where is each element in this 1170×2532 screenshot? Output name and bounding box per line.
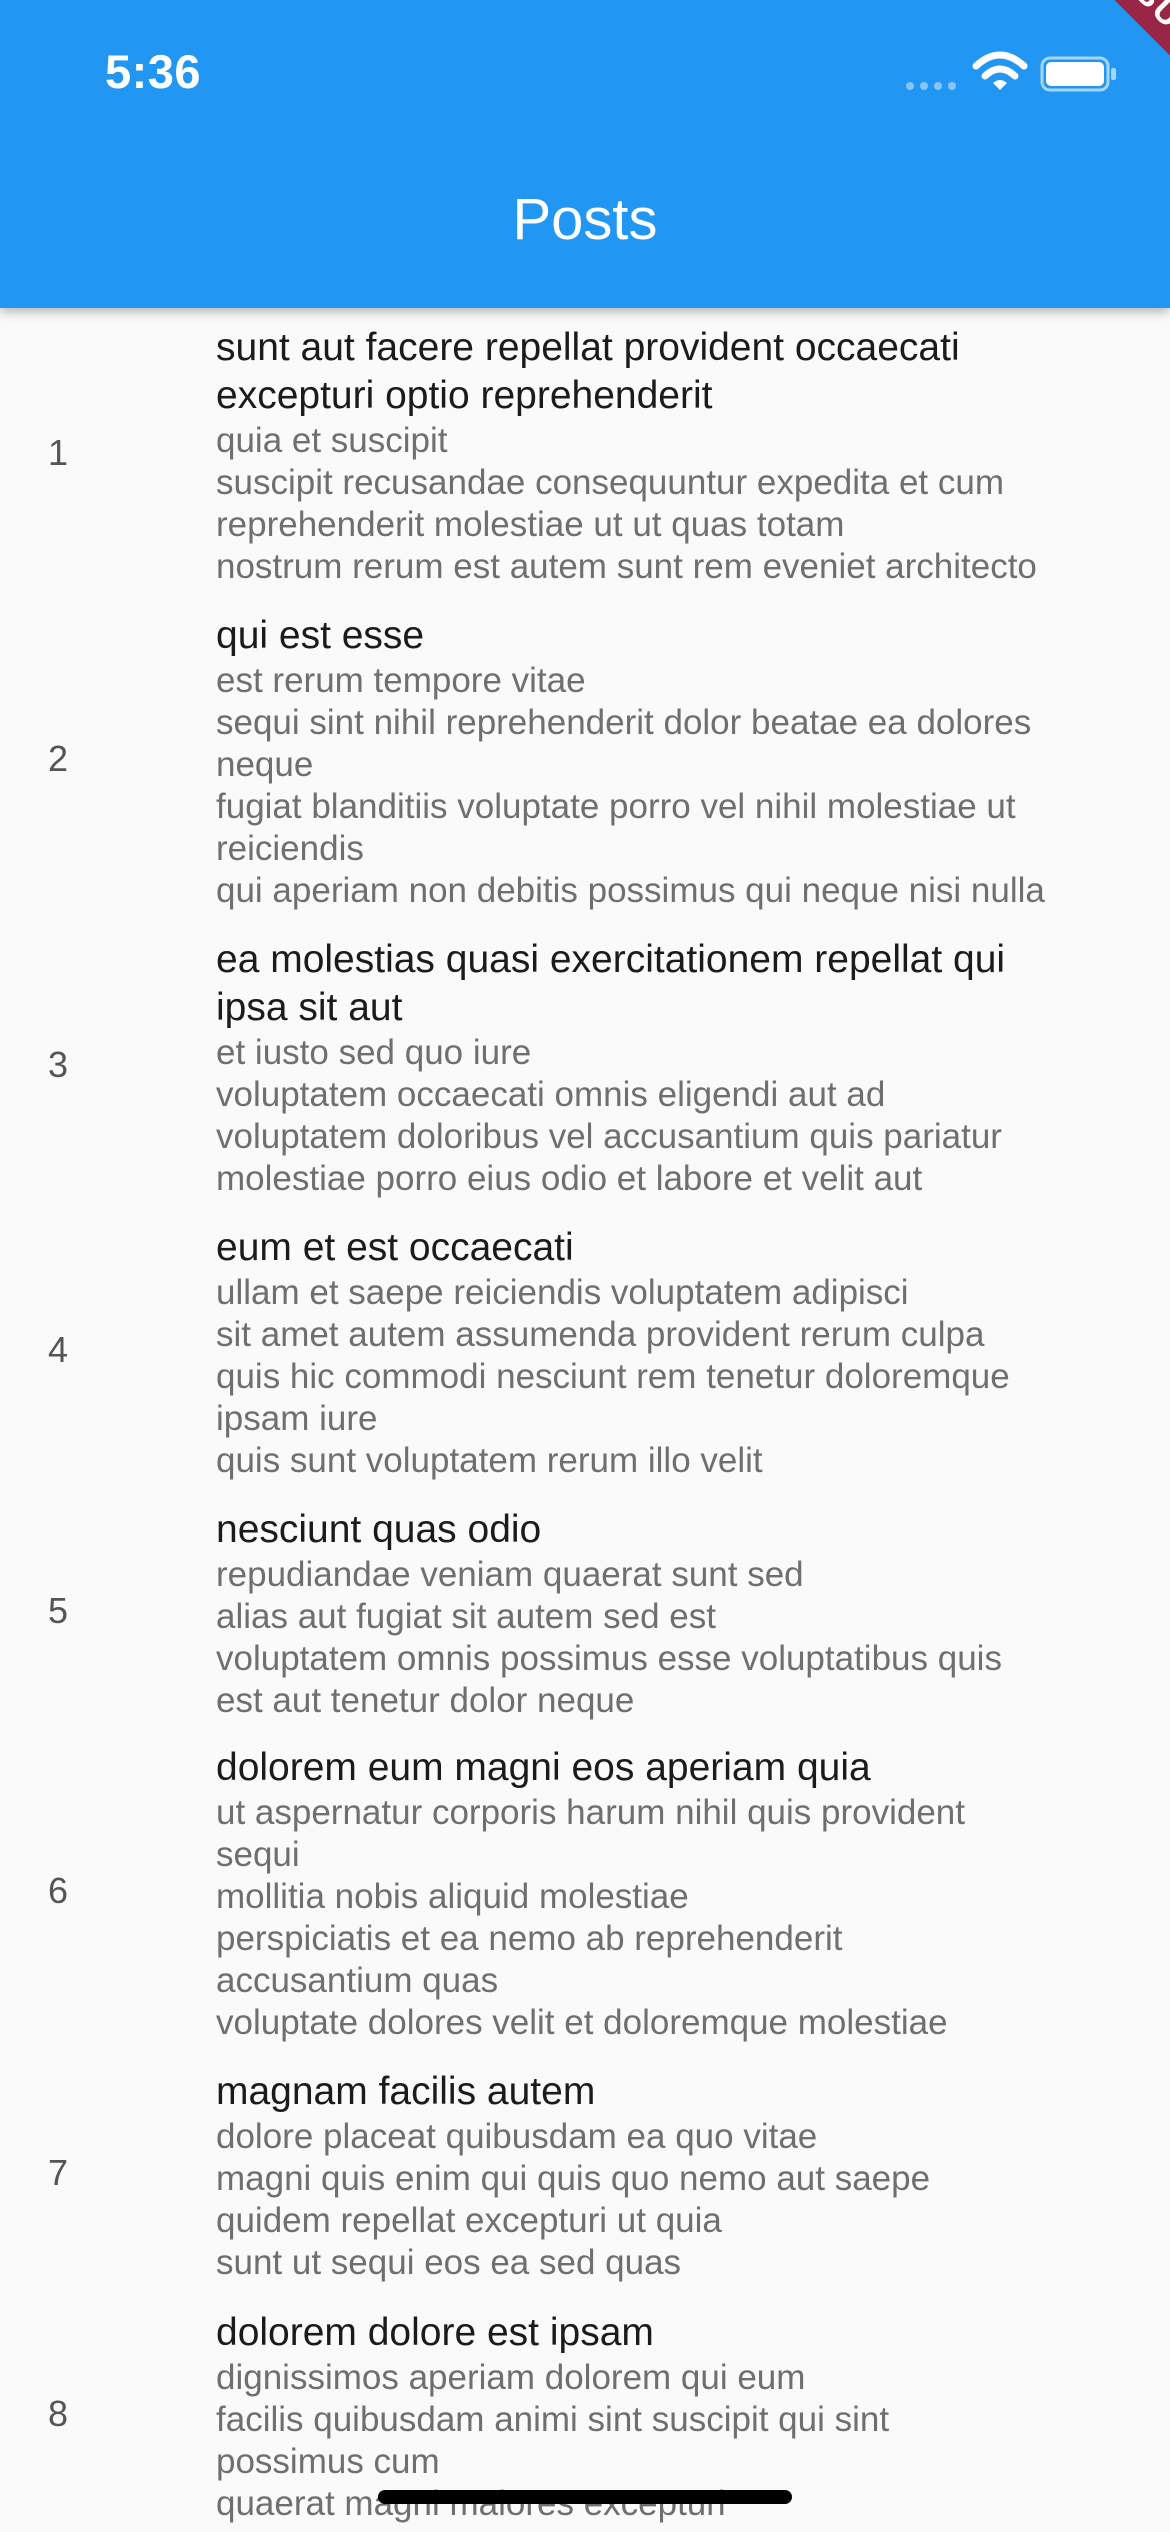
post-body: perspiciatis et ea nemo ab reprehenderit (216, 1919, 843, 1958)
post-body: neque (216, 745, 314, 784)
post-body: sequi sint nihil reprehenderit dolor bea… (216, 703, 1032, 742)
post-number: 7 (48, 2152, 69, 2193)
post-body: repudiandae veniam quaerat sunt sed (216, 1555, 804, 1594)
post-body: ut aspernatur corporis harum nihil quis … (216, 1793, 965, 1832)
post-body: voluptatem occaecati omnis eligendi aut … (216, 1075, 886, 1114)
post-content: magnam facilis autem dolore placeat quibu… (216, 2068, 1136, 2284)
post-body: est aut tenetur dolor neque (216, 1681, 635, 1720)
post-body: quia et suscipit (216, 421, 448, 460)
post-title: sunt aut facere repellat provident occae… (216, 326, 960, 369)
post-number: 5 (48, 1590, 69, 1631)
post-body: quis hic commodi nesciunt rem tenetur do… (216, 1357, 1010, 1396)
post-body: est rerum tempore vitae (216, 661, 586, 700)
post-title: ea molestias quasi exercitationem repell… (216, 938, 1006, 981)
post-title: ipsa sit aut (216, 986, 403, 1029)
post-content: qui est esse est rerum tempore vitae sequi… (216, 612, 1136, 912)
post-body: facilis quibusdam animi sint suscipit qu… (216, 2400, 890, 2439)
post-body: magni quis enim qui quis quo nemo aut sa… (216, 2159, 931, 2198)
post-body: ipsam iure (216, 1399, 378, 1438)
post-number: 4 (48, 1329, 69, 1370)
post-body: sunt ut sequi eos ea sed quas (216, 2243, 682, 2282)
post-body: dignissimos aperiam dolorem qui eum (216, 2358, 806, 2397)
post-body: mollitia nobis aliquid molestiae (216, 1877, 689, 1916)
post-body: voluptatem omnis possimus esse voluptati… (216, 1639, 1002, 1678)
post-body: quis sunt voluptatem rerum illo velit (216, 1441, 763, 1480)
post-body: possimus cum (216, 2442, 440, 2481)
app-bar: 5:36 Posts (0, 0, 1170, 308)
post-title: excepturi optio reprehenderit (216, 374, 713, 417)
page-title: Posts (512, 187, 658, 252)
post-body: quidem repellat excepturi ut quia (216, 2201, 722, 2240)
post-title: eum et est occaecati (216, 1226, 574, 1269)
post-content: eum et est occaecati ullam et saepe reici… (216, 1224, 1136, 1482)
post-content: dolorem eum magni eos aperiam quia ut asp… (216, 1744, 1136, 2044)
post-body: molestiae porro eius odio et labore et v… (216, 1159, 923, 1198)
post-body: sit amet autem assumenda provident rerum… (216, 1315, 985, 1354)
post-content: ea molestias quasi exercitationem repell… (216, 936, 1136, 1200)
post-body: voluptatem doloribus vel accusantium qui… (216, 1117, 1002, 1156)
post-number: 8 (48, 2393, 69, 2434)
post-number: 2 (48, 738, 69, 779)
post-number: 6 (48, 1870, 69, 1911)
post-body: qui aperiam non debitis possimus qui neq… (216, 871, 1045, 910)
post-body: suscipit recusandae consequuntur expedit… (216, 463, 1004, 502)
post-number: 3 (48, 1044, 69, 1085)
post-title: dolorem dolore est ipsam (216, 2311, 654, 2354)
post-body: et iusto sed quo iure (216, 1033, 532, 1072)
post-body: nostrum rerum est autem sunt rem eveniet… (216, 547, 1037, 586)
post-body: accusantium quas (216, 1961, 499, 2000)
post-title: qui est esse (216, 614, 425, 657)
home-indicator[interactable] (378, 2490, 792, 2504)
wifi-icon (972, 51, 1028, 90)
post-title: nesciunt quas odio (216, 1508, 542, 1551)
status-time: 5:36 (105, 45, 202, 98)
post-body: ullam et saepe reiciendis voluptatem adi… (216, 1273, 909, 1312)
battery-icon (1040, 56, 1116, 92)
post-number: 1 (48, 432, 69, 473)
post-content: nesciunt quas odio repudiandae veniam qua… (216, 1506, 1136, 1722)
post-body: reiciendis (216, 829, 364, 868)
post-body: voluptate dolores velit et doloremque mo… (216, 2003, 948, 2042)
post-body: fugiat blanditiis voluptate porro vel ni… (216, 787, 1016, 826)
post-content: sunt aut facere repellat provident occae… (216, 324, 1136, 588)
post-title: dolorem eum magni eos aperiam quia (216, 1746, 871, 1789)
post-body: reprehenderit molestiae ut ut quas totam (216, 505, 845, 544)
post-body: dolore placeat quibusdam ea quo vitae (216, 2117, 818, 2156)
post-title: magnam facilis autem (216, 2070, 596, 2113)
post-body: sequi (216, 1835, 300, 1874)
cellular-signal-icon (906, 82, 956, 90)
post-body: alias aut fugiat sit autem sed est (216, 1597, 716, 1636)
